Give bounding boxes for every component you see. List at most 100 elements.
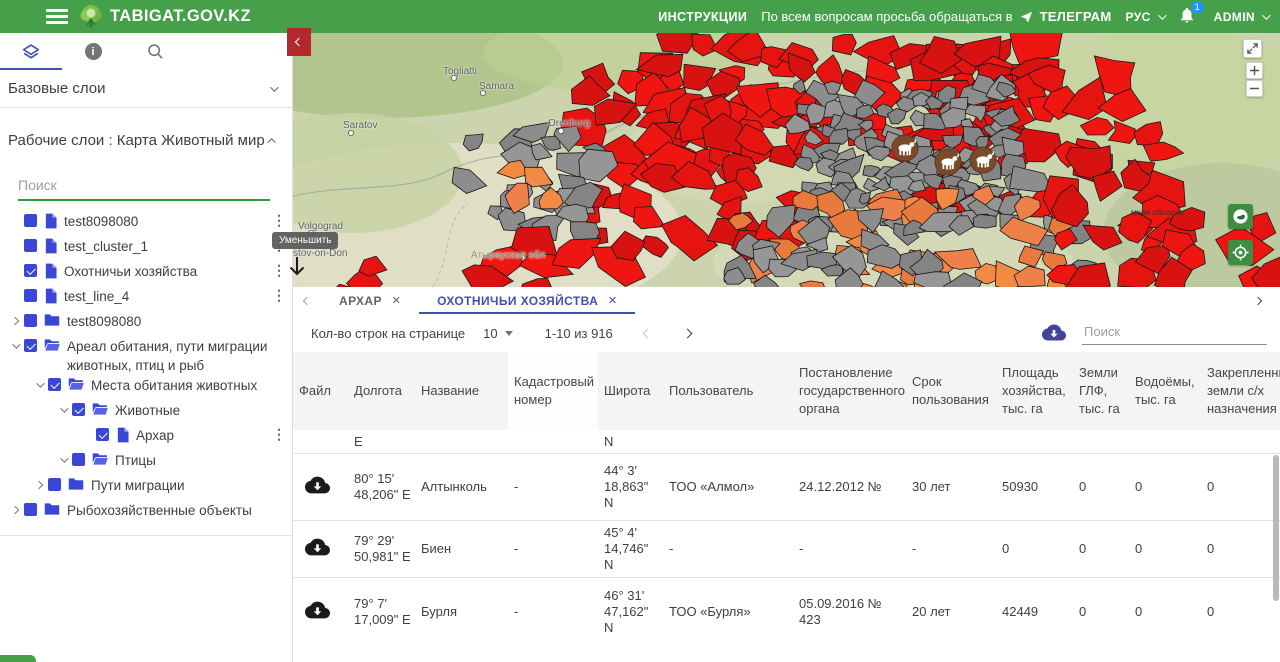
tree-item-hunting-farms[interactable]: Охотничьи хозяйства <box>0 261 292 286</box>
file-icon <box>44 213 57 229</box>
collapse-icon[interactable] <box>6 336 24 355</box>
layer-checkbox[interactable] <box>72 403 85 416</box>
sidebar-tabs <box>0 33 292 70</box>
collapse-panel-button[interactable] <box>286 255 308 279</box>
hamburger-menu-icon[interactable] <box>46 9 68 24</box>
notifications-button[interactable]: 1 <box>1178 6 1200 28</box>
tree-item-animal-habitats[interactable]: Места обитания животных <box>0 375 292 400</box>
tree-item-habitat-areas[interactable]: Ареал обитания, пути миграции животных, … <box>0 336 292 375</box>
tree-item-test8098080-group[interactable]: test8098080 <box>0 311 292 336</box>
table-row-partial[interactable]: Е N <box>293 430 1280 454</box>
layer-checkbox[interactable] <box>48 478 61 491</box>
tab-layers[interactable] <box>0 33 62 70</box>
tab-arkhar[interactable]: АРХАР × <box>321 287 419 314</box>
layer-checkbox[interactable] <box>48 378 61 391</box>
folder-open-icon <box>92 452 108 466</box>
chevron-up-icon <box>267 138 275 146</box>
cell-name: Биен <box>415 521 508 578</box>
layer-checkbox[interactable] <box>24 314 37 327</box>
col-header[interactable]: Файл <box>293 352 348 430</box>
col-header[interactable]: Срок пользования <box>906 352 996 430</box>
download-file-button[interactable] <box>305 601 330 620</box>
cell-glf: 0 <box>1073 578 1129 662</box>
layer-checkbox[interactable] <box>24 503 37 516</box>
zoom-in-button[interactable] <box>1246 62 1263 79</box>
col-header[interactable]: Кадастровый номер <box>508 352 598 430</box>
user-menu[interactable]: ADMIN <box>1214 10 1268 24</box>
col-header[interactable]: Закрепленные земли с/х назначения <box>1201 352 1280 430</box>
layer-checkbox[interactable] <box>24 289 37 302</box>
layer-checkbox[interactable] <box>24 339 37 352</box>
prev-page-button[interactable] <box>635 330 661 337</box>
telegram-link[interactable]: ТЕЛЕГРАМ <box>1040 9 1112 24</box>
table-search-input[interactable] <box>1082 321 1267 345</box>
tree-item-migration-routes[interactable]: Пути миграции <box>0 475 292 500</box>
collapse-icon[interactable] <box>30 375 48 394</box>
download-file-button[interactable] <box>305 538 330 557</box>
fullscreen-button[interactable] <box>1243 39 1262 58</box>
map-canvas[interactable]: Togliatti Samara Saratov Orenburg Volgog… <box>293 33 1280 287</box>
cell-cadastre: - <box>508 578 598 662</box>
language-select[interactable]: РУС <box>1125 10 1163 24</box>
collapse-icon[interactable] <box>54 400 72 419</box>
tree-item-fishery-objects[interactable]: Рыбохозяйственные объекты <box>0 500 292 525</box>
col-header[interactable]: Пользователь <box>663 352 793 430</box>
table-row[interactable]: 79° 29' 50,981" Е Биен - 45° 4' 14,746" … <box>293 521 1280 578</box>
col-header[interactable]: Площадь хозяйства, тыс. га <box>996 352 1073 430</box>
table-row[interactable]: 79° 7' 17,009" Е Бурля - 46° 31' 47,162"… <box>293 578 1280 662</box>
layer-checkbox[interactable] <box>24 264 37 277</box>
tree-item-birds[interactable]: Птицы <box>0 450 292 475</box>
working-layers-section[interactable]: Рабочие слои : Карта Животный мир <box>0 122 292 159</box>
notification-badge: 1 <box>1191 1 1204 14</box>
base-layers-section[interactable]: Базовые слои <box>0 70 292 107</box>
download-file-button[interactable] <box>305 476 330 495</box>
col-header[interactable]: Широта <box>598 352 663 430</box>
tree-item-test-line-4[interactable]: test_line_4 <box>0 286 292 311</box>
expand-icon[interactable] <box>6 500 24 519</box>
export-button[interactable] <box>1042 324 1066 342</box>
col-header[interactable]: Постановление государственного органа <box>793 352 906 430</box>
col-header[interactable]: Название <box>415 352 508 430</box>
layer-checkbox[interactable] <box>72 453 85 466</box>
layer-checkbox[interactable] <box>24 239 37 252</box>
close-icon[interactable]: × <box>392 292 401 309</box>
tree-item-animals[interactable]: Животные <box>0 400 292 425</box>
tree-item-test-cluster-1[interactable]: test_cluster_1 <box>0 236 292 261</box>
chevron-down-icon <box>1262 11 1270 19</box>
tab-info[interactable] <box>62 33 124 70</box>
tabs-scroll-left-button[interactable] <box>293 298 321 304</box>
layer-checkbox[interactable] <box>24 214 37 227</box>
col-header[interactable]: Долгота <box>348 352 415 430</box>
expand-icon[interactable] <box>6 311 24 330</box>
vertical-scrollbar[interactable] <box>1273 455 1279 601</box>
plus-icon <box>1249 65 1260 76</box>
collapse-icon[interactable] <box>54 450 72 469</box>
cell-user: ТОО «Алмол» <box>663 454 793 521</box>
item-menu-icon[interactable] <box>272 425 286 444</box>
next-page-button[interactable] <box>675 330 701 337</box>
item-menu-icon[interactable] <box>272 261 286 280</box>
table-row[interactable]: 80° 15' 48,206" Е Алтынколь - 44° 3' 18,… <box>293 454 1280 521</box>
tabs-scroll-right-button[interactable] <box>1244 298 1272 304</box>
col-header[interactable]: Земли ГЛФ, тыс. га <box>1073 352 1129 430</box>
col-header[interactable]: Водоёмы, тыс. га <box>1129 352 1201 430</box>
layer-search-input[interactable] <box>18 173 270 201</box>
tree-item-test8098080[interactable]: test8098080 <box>0 211 292 236</box>
close-icon[interactable]: × <box>608 292 617 309</box>
animals-layer-button[interactable] <box>1228 204 1253 229</box>
tree-item-arkhar[interactable]: Архар <box>0 425 292 450</box>
footer-fab[interactable] <box>0 655 36 662</box>
expand-icon[interactable] <box>30 475 48 494</box>
instructions-link[interactable]: ИНСТРУКЦИИ <box>658 10 747 24</box>
zoom-out-button[interactable] <box>1246 80 1263 97</box>
locate-button[interactable] <box>1228 240 1253 265</box>
cell-area: 0 <box>996 521 1073 578</box>
telegram-plane-icon <box>1019 10 1034 24</box>
rows-per-page-select[interactable]: 10 <box>483 326 512 341</box>
layer-checkbox[interactable] <box>96 428 109 441</box>
item-menu-icon[interactable] <box>272 211 286 230</box>
tab-search[interactable] <box>124 33 186 70</box>
tab-hunting-farms[interactable]: ОХОТНИЧЬИ ХОЗЯЙСТВА × <box>419 287 635 314</box>
item-menu-icon[interactable] <box>272 286 286 305</box>
collapse-sidebar-button[interactable] <box>287 28 311 56</box>
